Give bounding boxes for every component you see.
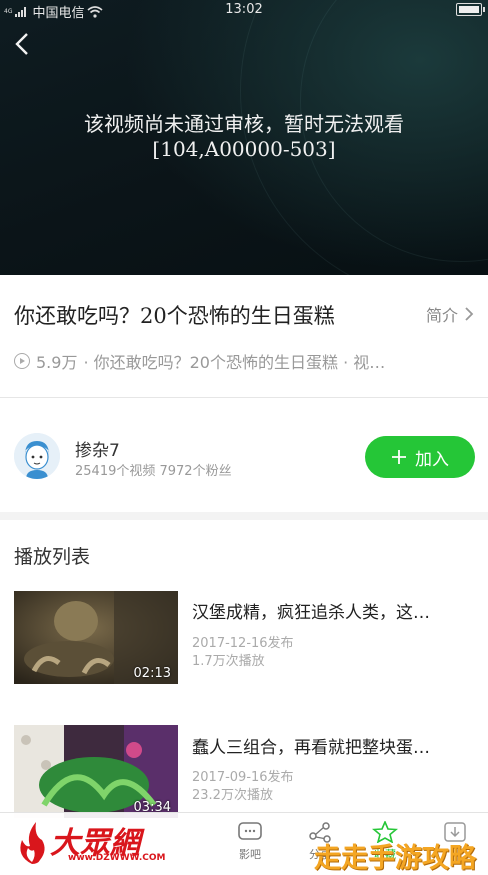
playlist-thumbnail[interactable]: 02:13 xyxy=(14,591,178,684)
plus-icon xyxy=(392,450,406,464)
status-time: 13:02 xyxy=(225,2,263,17)
play-count: 5.9万 xyxy=(36,353,78,372)
playlist-item-title[interactable]: 汉堡成精，疯狂追杀人类，这… xyxy=(192,598,472,623)
video-meta: 5.9万 · 你还敢吃吗？20个恐怖的生日蛋糕 · 视… xyxy=(14,349,454,373)
video-subtitle: · 你还敢吃吗？20个恐怖的生日蛋糕 · 视… xyxy=(83,353,386,372)
status-bar: 4G 中国电信 13:02 xyxy=(0,0,488,22)
uploader-name[interactable]: 掺杂7 xyxy=(75,436,120,461)
playback-error-code: [104,A00000-503] xyxy=(152,137,336,161)
intro-label: 简介 xyxy=(425,306,458,325)
watermark-right: 走走手游攻略 xyxy=(314,843,476,874)
playlist-thumbnail[interactable]: 03:34 xyxy=(14,725,178,818)
chat-icon xyxy=(237,821,263,843)
join-button[interactable]: 加入 xyxy=(365,436,475,478)
playlist-item-title[interactable]: 蠢人三组合，再看就把整块蛋… xyxy=(192,733,472,758)
playback-error-message: 该视频尚未通过审核，暂时无法观看 xyxy=(84,112,404,136)
join-label: 加入 xyxy=(415,449,449,470)
avatar-face-icon xyxy=(14,433,60,479)
tab-yingba[interactable]: 影吧 xyxy=(220,821,280,862)
battery-icon xyxy=(456,3,485,16)
section-divider xyxy=(0,512,488,520)
back-button[interactable] xyxy=(12,30,40,62)
play-count-icon xyxy=(14,353,30,369)
divider xyxy=(0,397,488,398)
video-title: 你还敢吃吗？20个恐怖的生日蛋糕 xyxy=(14,304,335,328)
tab-label: 影吧 xyxy=(239,848,261,861)
intro-button[interactable]: 简介 xyxy=(426,302,474,326)
playlist-item-date: 2017-09-16发布 xyxy=(192,770,294,785)
uploader-avatar[interactable] xyxy=(14,433,60,479)
playlist-item-plays: 23.2万次播放 xyxy=(192,788,273,803)
playlist-header: 播放列表 xyxy=(14,546,91,568)
playlist-item-plays: 1.7万次播放 xyxy=(192,654,265,669)
playlist-item-date: 2017-12-16发布 xyxy=(192,636,294,651)
video-duration: 02:13 xyxy=(133,666,171,681)
chevron-left-icon xyxy=(15,33,28,55)
video-player[interactable]: 4G 中国电信 13:02 该视频尚未通过审核，暂时无法观看 [104,A000… xyxy=(0,0,488,275)
flame-logo-icon xyxy=(20,822,45,864)
uploader-stats: 25419个视频 7972个粉丝 xyxy=(75,464,232,479)
chevron-right-icon xyxy=(465,307,474,321)
watermark-url: www.DZWWW.COM xyxy=(68,853,166,863)
